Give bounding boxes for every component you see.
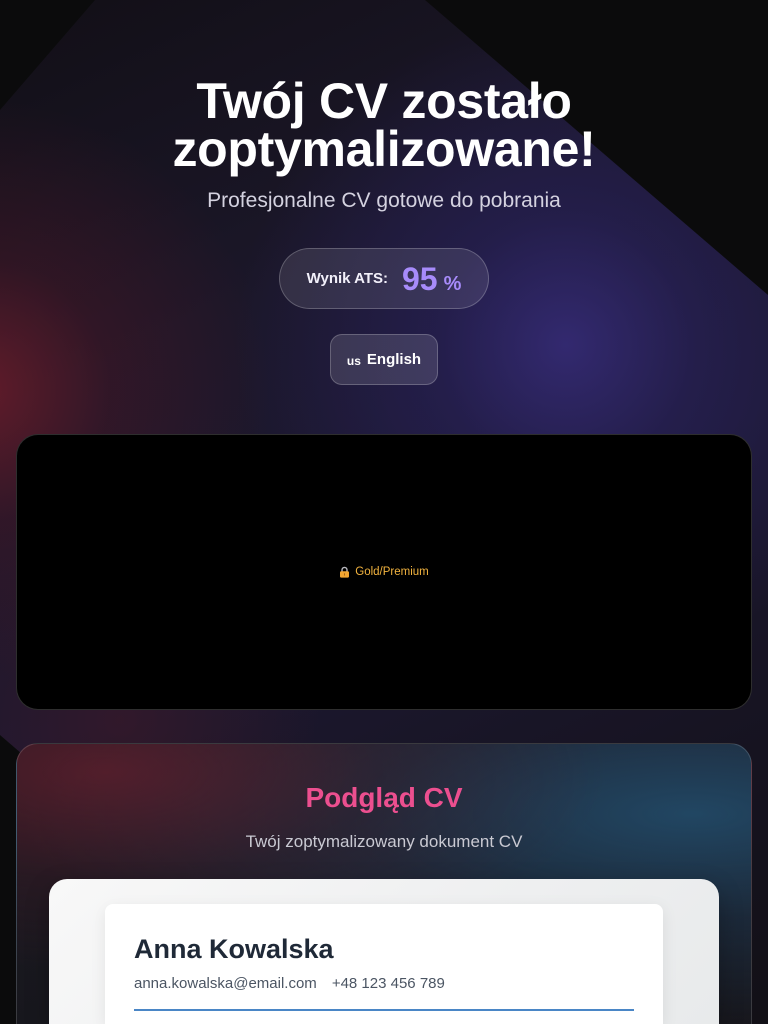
language-selector-button[interactable]: us English [330,334,438,385]
cv-candidate-name: Anna Kowalska [134,934,334,964]
ats-score-number: 95 [402,260,438,297]
results-page: Twój CV zostało zoptymalizowane! Profesj… [0,0,768,1024]
cv-preview-card: Podgląd CV Twój zoptymalizowany dokument… [16,743,752,1024]
cv-contact-line: anna.kowalska@email.com +48 123 456 789 [134,974,445,994]
ats-score-unit: % [443,272,462,295]
ats-score-badge: Wynik ATS: 95 % [279,248,489,309]
premium-locked-panel[interactable]: Gold/Premium [16,434,752,710]
ats-score-label: Wynik ATS: [306,269,388,287]
cv-phone: +48 123 456 789 [331,975,445,992]
cv-document-page: Anna Kowalska anna.kowalska@email.com +4… [105,904,663,1024]
page-subtitle: Profesjonalne CV gotowe do pobrania [207,189,561,212]
cv-preview-title: Podgląd CV [305,782,463,813]
language-label: English [366,350,422,368]
us-flag-icon: us [346,353,361,368]
cv-email: anna.kowalska@email.com [134,975,317,992]
cv-document-panel: Anna Kowalska anna.kowalska@email.com +4… [49,879,719,1024]
premium-badge-text: Gold/Premium [355,566,429,578]
lock-icon [340,566,350,578]
page-title: Twój CV zostało zoptymalizowane! [172,73,596,177]
cv-header-divider [134,1009,634,1011]
ats-score-value: 95 % [402,261,461,297]
premium-lock-badge: Gold/Premium [339,565,429,579]
cv-preview-subtitle: Twój zoptymalizowany dokument CV [245,832,523,851]
